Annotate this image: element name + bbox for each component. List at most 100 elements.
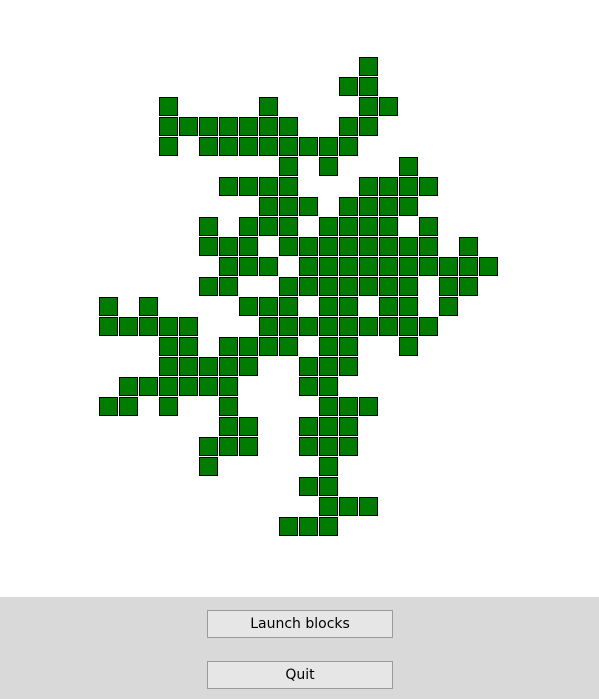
block (339, 257, 358, 276)
block (279, 337, 298, 356)
block (239, 417, 258, 436)
block (319, 497, 338, 516)
block (239, 437, 258, 456)
block (199, 437, 218, 456)
block (219, 277, 238, 296)
block (99, 397, 118, 416)
block (339, 117, 358, 136)
block (299, 237, 318, 256)
block (299, 317, 318, 336)
block (199, 117, 218, 136)
block (319, 337, 338, 356)
block (359, 57, 378, 76)
block (339, 417, 358, 436)
block (219, 137, 238, 156)
block (319, 157, 338, 176)
block (439, 257, 458, 276)
block (379, 317, 398, 336)
block (299, 517, 318, 536)
block (359, 237, 378, 256)
block (179, 357, 198, 376)
block (379, 217, 398, 236)
block (299, 437, 318, 456)
block (159, 317, 178, 336)
block (319, 297, 338, 316)
block (399, 157, 418, 176)
block (179, 117, 198, 136)
block (379, 277, 398, 296)
block (459, 237, 478, 256)
block (379, 197, 398, 216)
block (479, 257, 498, 276)
block (319, 317, 338, 336)
block (219, 117, 238, 136)
block (359, 497, 378, 516)
block (319, 137, 338, 156)
block (219, 237, 238, 256)
block (239, 217, 258, 236)
block (439, 277, 458, 296)
block (379, 297, 398, 316)
quit-button[interactable]: Quit (207, 661, 393, 689)
block (159, 337, 178, 356)
block (239, 177, 258, 196)
block (339, 297, 358, 316)
block (359, 97, 378, 116)
block (399, 237, 418, 256)
block (359, 217, 378, 236)
block (459, 257, 478, 276)
block (339, 397, 358, 416)
block (379, 237, 398, 256)
block (219, 177, 238, 196)
launch-blocks-button[interactable]: Launch blocks (207, 610, 393, 638)
block (359, 257, 378, 276)
block (339, 357, 358, 376)
block (299, 357, 318, 376)
block (159, 357, 178, 376)
block (99, 297, 118, 316)
block (199, 377, 218, 396)
block (359, 197, 378, 216)
block (419, 257, 438, 276)
block (319, 457, 338, 476)
block (259, 137, 278, 156)
block (219, 377, 238, 396)
block (339, 217, 358, 236)
block (379, 177, 398, 196)
block (279, 277, 298, 296)
block (319, 257, 338, 276)
block (219, 257, 238, 276)
block (219, 397, 238, 416)
block (339, 277, 358, 296)
block (259, 177, 278, 196)
block (239, 237, 258, 256)
block-canvas (0, 0, 599, 597)
block (259, 197, 278, 216)
block (259, 297, 278, 316)
block (359, 177, 378, 196)
block (319, 397, 338, 416)
block (259, 97, 278, 116)
block (359, 397, 378, 416)
block (399, 257, 418, 276)
block (379, 257, 398, 276)
block (279, 117, 298, 136)
block (279, 217, 298, 236)
block (359, 277, 378, 296)
block (219, 437, 238, 456)
block (339, 77, 358, 96)
block (239, 137, 258, 156)
block (219, 337, 238, 356)
block (199, 457, 218, 476)
block (319, 217, 338, 236)
block (359, 317, 378, 336)
block (299, 377, 318, 396)
control-panel: Launch blocks Quit (0, 597, 599, 699)
block (179, 337, 198, 356)
block (279, 157, 298, 176)
block (299, 277, 318, 296)
block (379, 97, 398, 116)
block (259, 317, 278, 336)
block (99, 317, 118, 336)
block (419, 317, 438, 336)
